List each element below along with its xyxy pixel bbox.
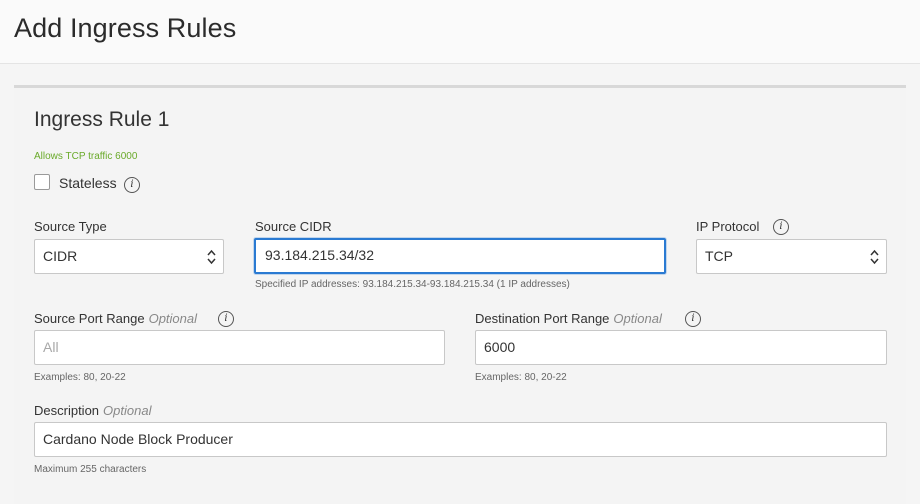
destination-port-range-label-text: Destination Port Range <box>475 311 610 326</box>
ip-protocol-label: IP Protocol <box>696 219 760 234</box>
select-arrows-icon <box>870 249 879 265</box>
destination-port-range-input[interactable]: 6000 <box>475 330 887 365</box>
source-port-range-label-text: Source Port Range <box>34 311 145 326</box>
ip-protocol-value: TCP <box>705 248 733 264</box>
description-label-text: Description <box>34 403 100 418</box>
source-port-range-label: Source Port Range Optional <box>34 311 197 326</box>
destination-port-range-label: Destination Port Range Optional <box>475 311 662 326</box>
source-cidr-label: Source CIDR <box>255 219 332 234</box>
page-header: Add Ingress Rules <box>0 0 920 64</box>
destination-port-info-icon[interactable]: i <box>685 311 701 327</box>
stateless-label: Stateless <box>59 175 117 191</box>
source-type-select[interactable]: CIDR <box>34 239 224 274</box>
source-port-range-input[interactable]: All <box>34 330 445 365</box>
source-type-value: CIDR <box>43 248 78 264</box>
description-input[interactable]: Cardano Node Block Producer <box>34 422 887 457</box>
ip-protocol-select[interactable]: TCP <box>696 239 887 274</box>
ip-protocol-info-icon[interactable]: i <box>773 219 789 235</box>
select-arrows-icon <box>207 249 216 265</box>
rule-summary: Allows TCP traffic 6000 <box>34 151 138 162</box>
source-port-info-icon[interactable]: i <box>218 311 234 327</box>
source-cidr-input[interactable]: 93.184.215.34/32 <box>254 238 666 274</box>
stateless-checkbox[interactable] <box>34 174 50 190</box>
source-cidr-help: Specified IP addresses: 93.184.215.34-93… <box>255 279 570 290</box>
page-title: Add Ingress Rules <box>14 13 237 43</box>
destination-port-help: Examples: 80, 20-22 <box>475 372 567 383</box>
source-type-label: Source Type <box>34 219 107 234</box>
source-port-help: Examples: 80, 20-22 <box>34 372 126 383</box>
optional-tag: Optional <box>103 403 152 418</box>
description-label: Description Optional <box>34 403 151 418</box>
stateless-info-icon[interactable]: i <box>124 177 140 193</box>
optional-tag: Optional <box>148 311 197 326</box>
rule-title: Ingress Rule 1 <box>34 108 170 131</box>
description-help: Maximum 255 characters <box>34 464 147 475</box>
optional-tag: Optional <box>613 311 662 326</box>
